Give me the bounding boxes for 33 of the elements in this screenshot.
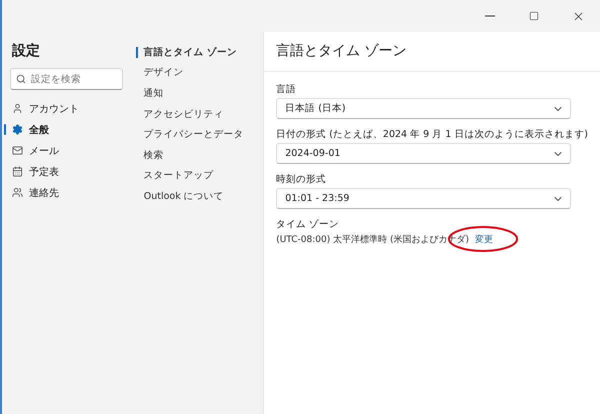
subnav-item[interactable]: 検索 [138,144,164,166]
field-label: 時刻の形式 [276,173,328,186]
dropdown[interactable]: 日本語 (日本) [276,98,572,119]
calendar-icon [12,166,23,177]
minimize-icon [485,15,495,17]
person-icon [12,103,23,114]
subnav-item[interactable]: 言語とタイム ゾーン [138,42,238,63]
page-title: 言語とタイム ゾーン [264,32,600,72]
dropdown[interactable]: 01:01 - 23:59 [276,188,572,209]
people-icon [12,187,23,198]
subnav-item[interactable]: アクセシビリティ [138,104,224,124]
subnav-item[interactable]: スタートアップ [138,166,214,186]
subnav-item[interactable]: Outlook について [138,186,224,207]
change-link[interactable]: 変更 [475,233,493,246]
nav-item[interactable]: アカウント [10,98,79,119]
gear-icon [12,124,23,135]
nav-item[interactable]: 連絡先 [10,182,59,203]
search-icon [16,74,26,84]
subnav-item[interactable]: プライバシーとデータ [138,124,244,145]
envelope-icon [12,145,23,156]
maximize-icon [529,11,539,21]
field-label: タイム ゾーン [276,218,340,231]
subnav-item[interactable]: 通知 [138,83,164,104]
nav-item[interactable]: 全般 [10,119,49,140]
search-field[interactable]: 設定を検索 [10,68,123,90]
nav-item[interactable]: 予定表 [10,161,59,182]
nav-item[interactable]: メール [10,140,59,161]
settings-title: 設定 [12,42,41,60]
subnav-item[interactable]: デザイン [138,62,184,84]
field-label: 日付の形式 (たとえば、2024 年 9 月 1 日は次のように表示されます) [276,128,588,141]
selection-bar [136,47,138,58]
field-label: 言語 [276,83,298,96]
dropdown[interactable]: 2024-09-01 [276,143,572,164]
